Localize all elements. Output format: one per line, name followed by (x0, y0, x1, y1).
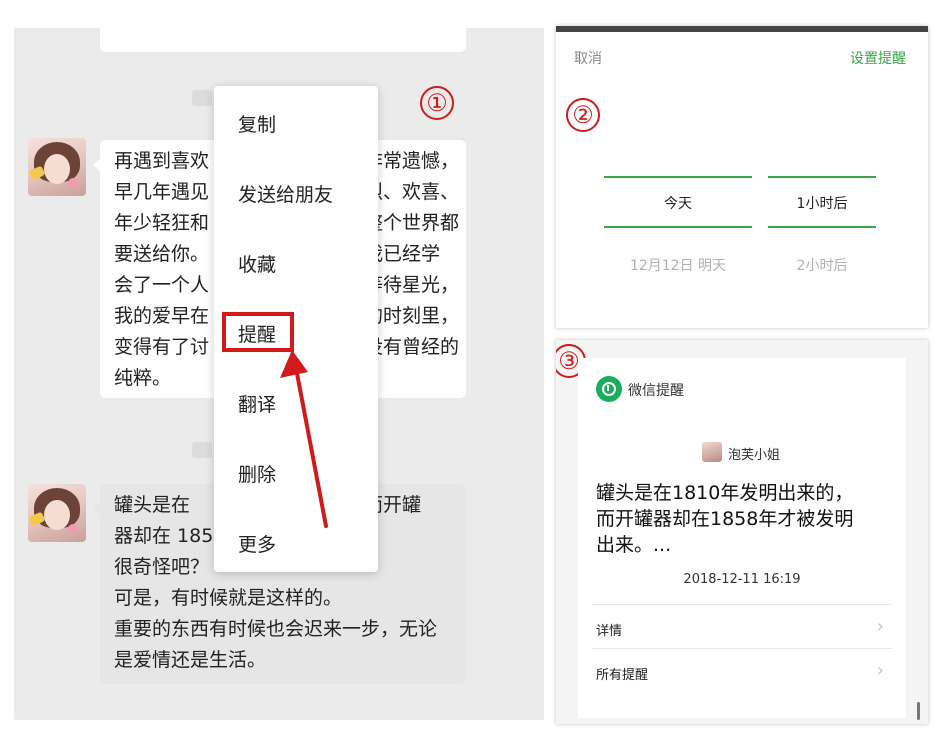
date-picker-next[interactable]: 12月12日 明天 (604, 255, 752, 275)
menu-item-delete[interactable]: 删除 (238, 460, 276, 487)
all-reminders-label: 所有提醒 (596, 668, 649, 683)
reminder-picker-panel: 取消 设置提醒 ② 今天 1小时后 12月12日 明天 2小时后 (556, 26, 928, 328)
time-divider (192, 442, 212, 458)
menu-item-copy[interactable]: 复制 (238, 110, 276, 137)
picker-selection-line (604, 176, 752, 178)
picker-selection-line (768, 226, 876, 228)
scrollbar-thumb[interactable] (917, 702, 920, 720)
picker-selection-line (768, 176, 876, 178)
date-picker-selected[interactable]: 今天 (604, 193, 752, 213)
divider (592, 648, 892, 649)
reminder-content-line: 出来。... (596, 534, 672, 556)
red-arrow-annotation (280, 350, 328, 528)
divider (592, 604, 892, 605)
chevron-right-icon: › (876, 660, 884, 681)
reminder-content-line: 而开罐器却在1858年才被发明 (596, 508, 854, 530)
step-1-marker: ① (420, 86, 454, 120)
set-reminder-button[interactable]: 设置提醒 (850, 48, 906, 68)
avatar[interactable] (28, 484, 86, 542)
picker-selection-line (604, 226, 752, 228)
step-2-marker: ② (566, 98, 600, 132)
time-divider (192, 90, 212, 106)
reminder-timestamp: 2018-12-11 16:19 (683, 572, 801, 587)
message-line: 非常遗憾， (364, 150, 460, 172)
details-label: 详情 (596, 624, 623, 639)
message-line: 烈、欢喜、 (364, 181, 460, 203)
avatar[interactable] (28, 138, 86, 196)
details-row[interactable]: 详情 (596, 620, 896, 646)
menu-item-translate[interactable]: 翻译 (238, 390, 276, 417)
reminder-card: 微信提醒 泡芙小姐 罐头是在1810年发明出来的， 而开罐器却在1858年才被发… (578, 358, 906, 718)
message-line: 整个世界都 (364, 212, 460, 234)
reminder-content-line: 罐头是在1810年发明出来的， (596, 482, 854, 504)
top-bar (556, 26, 928, 32)
chevron-right-icon: › (876, 616, 884, 637)
message-line: 我已经学 (364, 243, 441, 265)
message-line: 等待星光， (364, 274, 460, 296)
alarm-clock-icon (596, 376, 622, 402)
menu-item-send-to-friend[interactable]: 发送给朋友 (238, 180, 333, 207)
message-line: 的时刻里， (364, 305, 460, 327)
menu-item-more[interactable]: 更多 (238, 530, 276, 557)
reminder-notification-panel: ③ 微信提醒 泡芙小姐 罐头是在1810年发明出来的， 而开罐器却在1858年才… (556, 340, 928, 724)
message-line: 是爱情还是生活。 (114, 649, 267, 671)
chat-panel: 再遇到喜欢 早几年遇见 年少轻狂和 要送给你。 会了一个人 我的爱早在 变得有了… (14, 28, 544, 720)
app-name: 微信提醒 (628, 383, 684, 399)
all-reminders-row[interactable]: 所有提醒 (596, 664, 896, 690)
message-line: 重要的东西有时候也会迟来一步，无论 (114, 618, 438, 640)
previous-message-bubble[interactable] (100, 28, 466, 52)
cancel-button[interactable]: 取消 (574, 48, 602, 68)
time-picker-next[interactable]: 2小时后 (768, 255, 876, 275)
menu-item-favorite[interactable]: 收藏 (238, 250, 276, 277)
message-line: 可是，有时候就是这样的。 (114, 587, 343, 609)
sender-name: 泡芙小姐 (728, 448, 781, 463)
time-picker-selected[interactable]: 1小时后 (768, 193, 876, 213)
message-line: 没有曾经的 (364, 336, 460, 358)
sender-avatar (702, 442, 722, 462)
